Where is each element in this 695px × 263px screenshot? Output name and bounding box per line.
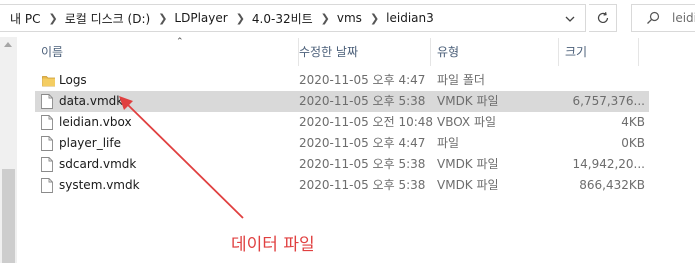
file-size <box>557 70 645 91</box>
file-size: 866,432KB <box>579 178 645 192</box>
file-name: data.vmdk <box>59 94 124 108</box>
column-header-name-label: 이름 <box>41 45 64 59</box>
column-header-size-label: 크기 <box>565 45 588 59</box>
file-row-player-life[interactable]: player_life 2020-11-05 오후 4:47 파일 0KB <box>35 133 649 154</box>
chevron-right-icon[interactable]: ❯ <box>370 12 379 25</box>
vertical-scrollbar[interactable] <box>0 37 17 263</box>
scroll-up-arrow-icon[interactable] <box>4 42 12 47</box>
file-date: 2020-11-05 오후 4:47 <box>299 73 426 87</box>
file-date: 2020-11-05 오후 5:38 <box>299 178 426 192</box>
file-name: system.vmdk <box>59 178 140 192</box>
column-header-date-label: 수정한 날짜 <box>299 45 359 59</box>
file-date: 2020-11-05 오후 5:38 <box>299 157 426 171</box>
file-date: 2020-11-05 오후 4:47 <box>299 136 426 150</box>
search-input[interactable]: leidi <box>631 4 695 32</box>
file-type: VMDK 파일 <box>437 178 499 192</box>
file-row-system-vmdk[interactable]: system.vmdk 2020-11-05 오후 5:38 VMDK 파일 8… <box>35 175 649 196</box>
file-type: 파일 <box>437 136 460 150</box>
file-date: 2020-11-05 오전 10:48 <box>299 115 434 129</box>
file-type: VBOX 파일 <box>437 115 497 129</box>
annotation-label: 데이터 파일 <box>231 235 315 255</box>
file-row-leidian-vbox[interactable]: leidian.vbox 2020-11-05 오전 10:48 VBOX 파일… <box>35 112 649 133</box>
chevron-down-icon[interactable] <box>563 12 577 26</box>
column-header-date[interactable]: 수정한 날짜 <box>293 38 431 66</box>
file-size: 4KB <box>621 115 645 129</box>
file-date: 2020-11-05 오후 5:38 <box>299 94 426 108</box>
file-row-data-vmdk[interactable]: data.vmdk 2020-11-05 오후 5:38 VMDK 파일 6,7… <box>35 91 649 112</box>
scrollbar-thumb[interactable] <box>2 169 15 263</box>
file-name: Logs <box>59 73 87 87</box>
column-header-type-label: 유형 <box>437 45 460 59</box>
column-header-name[interactable]: 이름 <box>35 38 299 66</box>
breadcrumb[interactable]: 내 PC ❯ 로컬 디스크 (D:) ❯ LDPlayer ❯ 4.0-32비트… <box>0 4 586 32</box>
breadcrumb-item-local-disk[interactable]: 로컬 디스크 (D:) <box>65 10 150 27</box>
search-icon <box>647 11 660 24</box>
breadcrumb-item-version[interactable]: 4.0-32비트 <box>252 10 313 27</box>
column-header-size[interactable]: 크기 <box>559 38 639 66</box>
breadcrumb-item-ldplayer[interactable]: LDPlayer <box>174 11 227 25</box>
address-bar: 내 PC ❯ 로컬 디스크 (D:) ❯ LDPlayer ❯ 4.0-32비트… <box>0 0 695 37</box>
column-header-type[interactable]: 유형 <box>431 38 559 66</box>
file-size: 6,757,376... <box>572 94 645 108</box>
column-headers: 이름 ⌃ 수정한 날짜 유형 크기 <box>17 37 695 66</box>
refresh-button[interactable] <box>589 4 617 32</box>
chevron-right-icon[interactable]: ❯ <box>48 12 57 25</box>
breadcrumb-item-leidian3[interactable]: leidian3 <box>386 11 434 25</box>
file-name: leidian.vbox <box>59 115 132 129</box>
file-name: sdcard.vmdk <box>59 157 137 171</box>
file-type: VMDK 파일 <box>437 94 499 108</box>
file-size: 14,942,20... <box>572 157 645 171</box>
file-row-sdcard-vmdk[interactable]: sdcard.vmdk 2020-11-05 오후 5:38 VMDK 파일 1… <box>35 154 649 175</box>
chevron-right-icon[interactable]: ❯ <box>321 12 330 25</box>
file-type: 파일 폴더 <box>437 73 485 87</box>
breadcrumb-item-my-pc[interactable]: 내 PC <box>10 10 40 27</box>
search-placeholder: leidi <box>672 11 695 25</box>
refresh-icon <box>597 12 608 24</box>
file-size: 0KB <box>621 136 645 150</box>
breadcrumb-item-vms[interactable]: vms <box>337 11 362 25</box>
file-row-logs[interactable]: Logs 2020-11-05 오후 4:47 파일 폴더 <box>35 70 649 91</box>
chevron-right-icon[interactable]: ❯ <box>158 12 167 25</box>
file-type: VMDK 파일 <box>437 157 499 171</box>
sort-ascending-icon: ⌃ <box>176 37 184 47</box>
chevron-right-icon[interactable]: ❯ <box>236 12 245 25</box>
file-name: player_life <box>59 136 121 150</box>
